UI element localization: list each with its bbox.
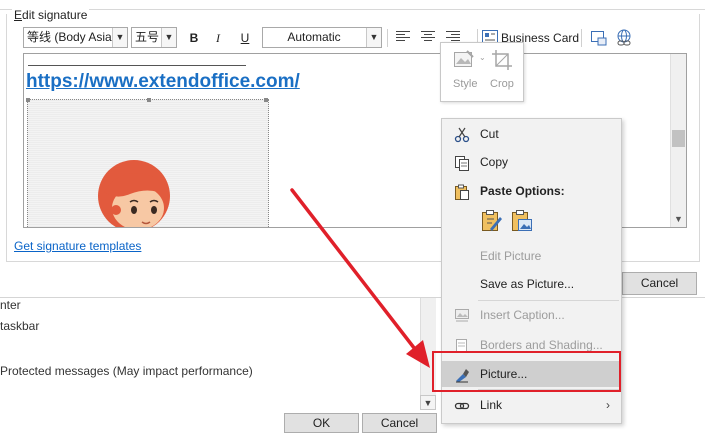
hyperlink-icon[interactable]	[615, 29, 633, 47]
submenu-arrow-icon: ›	[606, 398, 610, 412]
scroll-down-arrow-icon[interactable]: ▼	[670, 212, 686, 227]
edit-signature-title: Edit signature	[12, 8, 90, 22]
bold-button[interactable]: B	[184, 29, 204, 47]
toolbar-divider	[581, 29, 582, 47]
option-text-protected: Protected messages (May impact performan…	[0, 364, 253, 378]
option-text-1: nter	[0, 298, 21, 312]
menu-label-save-as-picture: Save as Picture...	[480, 277, 575, 291]
scroll-down-arrow-icon[interactable]: ▼	[420, 395, 436, 410]
chevron-down-icon[interactable]: ▼	[161, 28, 176, 47]
signature-picture[interactable]	[26, 98, 269, 227]
get-signature-templates-link[interactable]: Get signature templates	[14, 239, 141, 253]
link-icon	[454, 397, 470, 413]
menu-label-copy: Copy	[480, 155, 509, 169]
menu-item-copy[interactable]: Copy	[442, 149, 621, 175]
highlight-box	[432, 351, 621, 392]
resize-handle[interactable]	[147, 98, 151, 102]
picture-mini-toolbar: ⌄ Style Crop	[440, 42, 524, 102]
underline-button[interactable]: U	[235, 29, 255, 47]
font-name-value: 等线 (Body Asian	[27, 30, 119, 44]
style-label[interactable]: Style	[453, 78, 477, 90]
clipboard-icon	[454, 183, 470, 200]
font-name-combo[interactable]: 等线 (Body Asian ▼	[23, 27, 128, 48]
insert-caption-icon	[454, 307, 470, 323]
font-color-value: Automatic	[287, 30, 341, 44]
italic-button[interactable]: I	[208, 29, 228, 47]
insert-picture-icon[interactable]	[590, 29, 608, 47]
paste-keep-formatting-icon[interactable]	[480, 209, 504, 233]
option-text-2: taskbar	[0, 319, 40, 333]
menu-item-cut[interactable]: Cut	[442, 121, 621, 147]
chevron-down-icon[interactable]: ▼	[112, 28, 127, 47]
menu-item-link[interactable]: Link ›	[442, 392, 621, 418]
menu-label-insert-caption: Insert Caption...	[480, 308, 565, 322]
scissors-icon	[454, 126, 470, 143]
crop-icon[interactable]	[491, 49, 513, 71]
menu-divider	[478, 300, 619, 301]
menu-item-edit-picture[interactable]: Edit Picture	[442, 243, 621, 269]
font-color-combo[interactable]: Automatic ▼	[262, 27, 382, 48]
cancel-button[interactable]: Cancel	[622, 272, 697, 295]
menu-label-edit-picture: Edit Picture	[480, 249, 542, 263]
style-icon[interactable]	[453, 49, 475, 71]
menu-label-link: Link	[480, 398, 503, 412]
chevron-down-icon[interactable]: ▼	[366, 28, 381, 47]
align-left-icon[interactable]	[396, 31, 410, 43]
style-dropdown-arrow-icon[interactable]: ⌄	[479, 53, 486, 62]
resize-handle[interactable]	[264, 98, 268, 102]
resize-handle[interactable]	[26, 98, 30, 102]
signature-website-link[interactable]: https://www.extendoffice.com/	[26, 71, 300, 93]
menu-label-paste-options: Paste Options:	[480, 184, 565, 198]
menu-item-insert-caption[interactable]: Insert Caption...	[442, 302, 621, 328]
toolbar-divider	[387, 29, 388, 47]
editor-scroll-thumb[interactable]	[672, 130, 685, 147]
paste-as-picture-icon[interactable]	[510, 209, 534, 233]
font-size-combo[interactable]: 五号 ▼	[131, 27, 177, 48]
crop-label[interactable]: Crop	[490, 78, 514, 90]
signature-divider-line	[28, 65, 246, 66]
menu-label-cut: Cut	[480, 127, 499, 141]
menu-header-paste-options: Paste Options:	[442, 178, 621, 204]
dialog-top-divider	[0, 0, 705, 10]
font-size-value: 五号	[135, 30, 160, 44]
ok-button[interactable]: OK	[284, 413, 359, 433]
cartoon-girl-image	[98, 160, 170, 227]
options-cancel-button[interactable]: Cancel	[362, 413, 437, 433]
copy-icon	[454, 154, 470, 171]
menu-item-save-as-picture[interactable]: Save as Picture...	[442, 271, 621, 297]
align-center-icon[interactable]	[421, 31, 435, 43]
